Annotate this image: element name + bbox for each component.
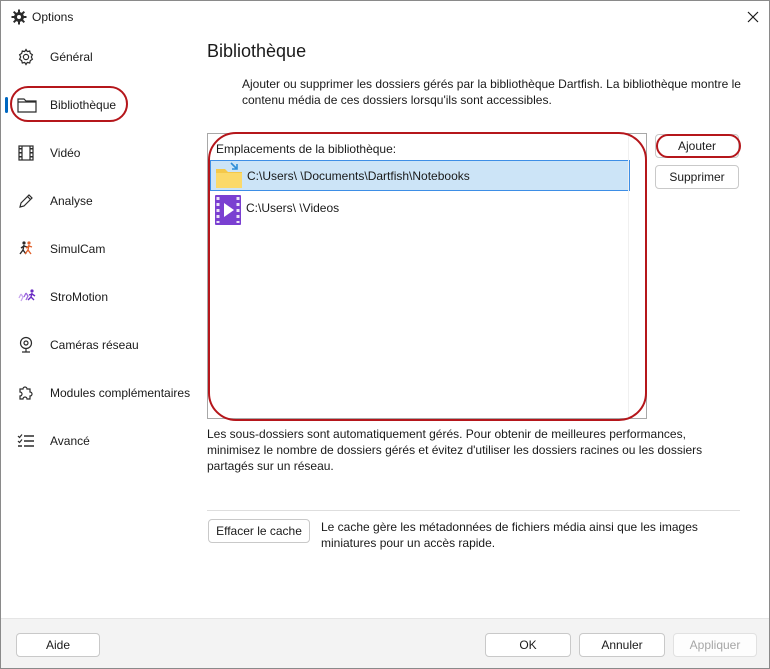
sidebar-item-avance[interactable]: Avancé: [1, 419, 197, 463]
film-strip-icon: [17, 144, 35, 162]
webcam-icon: [17, 336, 35, 354]
library-locations-list[interactable]: Emplacements de la bibliothèque: C:\User…: [207, 133, 647, 419]
sidebar-item-bibliotheque[interactable]: Bibliothèque: [1, 83, 197, 127]
sidebar-item-analyse[interactable]: Analyse: [1, 179, 197, 223]
sidebar-item-simulcam[interactable]: SimulCam: [1, 227, 197, 271]
list-header: Emplacements de la bibliothèque:: [216, 142, 397, 156]
list-item[interactable]: C:\Users\ \Videos: [210, 193, 630, 225]
clear-cache-button[interactable]: Effacer le cache: [208, 519, 310, 543]
stromotion-runner-icon: [17, 288, 36, 306]
pencil-icon: [17, 192, 35, 210]
subfolders-note: Les sous-dossiers sont automatiquement g…: [207, 427, 703, 473]
window-title: Options: [32, 10, 74, 24]
sidebar-item-label: Général: [50, 50, 93, 64]
simulcam-figures-icon: [17, 240, 35, 258]
library-path: C:\Users\ \Videos: [246, 201, 340, 215]
close-icon: [747, 11, 759, 23]
sidebar-item-cameras-reseau[interactable]: Caméras réseau: [1, 323, 197, 367]
close-button[interactable]: [741, 6, 765, 28]
videos-folder-icon: [214, 194, 242, 225]
sidebar-item-label: Vidéo: [50, 146, 81, 160]
sidebar-item-general[interactable]: Général: [1, 35, 197, 79]
list-scrollbar[interactable]: [628, 134, 646, 418]
page-title: Bibliothèque: [207, 41, 307, 61]
add-folder-button[interactable]: Ajouter: [655, 134, 739, 158]
gear-icon: [11, 9, 27, 25]
sidebar-item-stromotion[interactable]: StroMotion: [1, 275, 197, 319]
sidebar-item-label: Analyse: [50, 194, 93, 208]
sidebar-item-label: Avancé: [50, 434, 90, 448]
title-bar: Options: [1, 1, 769, 33]
sidebar-item-label: StroMotion: [50, 290, 109, 304]
apply-button[interactable]: Appliquer: [673, 633, 757, 657]
list-item[interactable]: C:\Users\ \Documents\Dartfish\Notebooks: [210, 160, 630, 191]
sidebar-item-label: Modules complémentaires: [50, 386, 191, 400]
checklist-icon: [17, 432, 35, 450]
sidebar-item-video[interactable]: Vidéo: [1, 131, 197, 175]
folder-icon: [17, 96, 37, 114]
selection-indicator: [5, 97, 8, 113]
cancel-button[interactable]: Annuler: [579, 633, 665, 657]
sidebar-item-modules[interactable]: Modules complémentaires: [1, 371, 197, 415]
remove-folder-button[interactable]: Supprimer: [655, 165, 739, 189]
library-description: Ajouter ou supprimer les dossiers gérés …: [242, 77, 741, 107]
sidebar-item-label: Bibliothèque: [50, 98, 117, 112]
puzzle-icon: [17, 384, 35, 402]
options-dialog: Options Général Bibliothèque Vidéo Analy…: [0, 0, 770, 669]
sidebar-item-label: Caméras réseau: [50, 338, 139, 352]
sidebar: Général Bibliothèque Vidéo Analyse Simul…: [1, 33, 197, 618]
library-path: C:\Users\ \Documents\Dartfish\Notebooks: [247, 169, 470, 183]
notebooks-folder-icon: [215, 162, 243, 190]
cache-description: Le cache gère les métadonnées de fichier…: [321, 520, 698, 550]
dialog-footer: Aide OK Annuler Appliquer: [1, 618, 769, 668]
sidebar-item-label: SimulCam: [50, 242, 106, 256]
help-button[interactable]: Aide: [16, 633, 100, 657]
gear-icon: [17, 48, 35, 66]
ok-button[interactable]: OK: [485, 633, 571, 657]
section-divider: [207, 510, 740, 511]
